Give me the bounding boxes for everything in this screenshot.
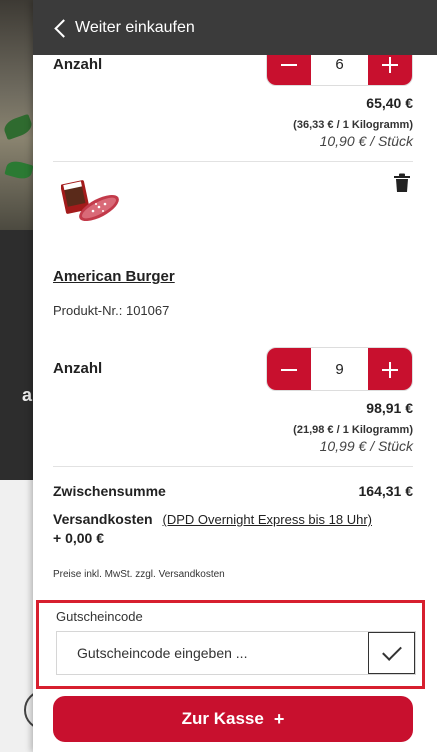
subtotal-label: Zwischensumme — [53, 483, 166, 499]
checkout-label: Zur Kasse — [181, 709, 264, 728]
shipping-row: Versandkosten (DPD Overnight Express bis… — [53, 511, 413, 527]
increment-button[interactable] — [368, 348, 412, 390]
tax-note: Preise inkl. MwSt. zzgl. Versandkosten — [53, 569, 225, 580]
voucher-field — [56, 631, 416, 675]
product-number: Produkt-Nr.: 101067 — [53, 303, 170, 318]
item-divider — [53, 161, 413, 162]
decrement-button[interactable] — [267, 348, 311, 390]
shipping-method-link[interactable]: (DPD Overnight Express bis 18 Uhr) — [163, 512, 373, 527]
check-icon — [381, 641, 402, 661]
quantity-value[interactable]: 9 — [311, 348, 368, 390]
item-price-block: 98,91 € (21,98 € / 1 Kilogramm) 10,99 € … — [193, 400, 413, 454]
subtotal-value: 164,31 € — [358, 483, 414, 499]
back-button[interactable]: Weiter einkaufen — [53, 18, 195, 38]
subtotal-row: Zwischensumme 164,31 € — [53, 483, 413, 499]
plus-icon — [382, 57, 398, 73]
item-total-price: 98,91 € — [366, 400, 413, 416]
voucher-input[interactable] — [57, 632, 369, 674]
background-text: a — [22, 385, 33, 405]
voucher-submit-button[interactable] — [368, 632, 415, 674]
back-label: Weiter einkaufen — [75, 18, 195, 36]
drawer-header: Weiter einkaufen — [33, 0, 437, 55]
cart-drawer: Weiter einkaufen Anzahl 6 65,40 € (36,33… — [33, 0, 437, 752]
price-per-kg: (21,98 € / 1 Kilogramm) — [293, 424, 413, 436]
trash-icon[interactable] — [393, 173, 411, 193]
price-per-kg: (36,33 € / 1 Kilogramm) — [293, 119, 413, 131]
voucher-section: Gutscheincode — [36, 600, 425, 689]
product-name-link[interactable]: American Burger — [53, 268, 175, 285]
minus-icon — [281, 64, 297, 66]
chevron-left-icon — [53, 18, 69, 38]
item-price-block: 65,40 € (36,33 € / 1 Kilogramm) 10,90 € … — [193, 95, 413, 149]
quantity-label: Anzahl — [53, 56, 103, 73]
quantity-label: Anzahl — [53, 360, 103, 377]
plus-icon — [382, 362, 398, 378]
plus-icon: + — [273, 708, 285, 729]
minus-icon — [281, 369, 297, 371]
summary-divider — [53, 466, 413, 467]
shipping-cost: + 0,00 € — [53, 530, 104, 546]
product-image — [61, 180, 119, 222]
price-per-unit: 10,99 € / Stück — [319, 438, 413, 454]
price-per-unit: 10,90 € / Stück — [319, 133, 413, 149]
item-total-price: 65,40 € — [366, 95, 413, 111]
checkout-button[interactable]: Zur Kasse + — [53, 696, 413, 742]
quantity-stepper: 9 — [266, 347, 413, 391]
voucher-label: Gutscheincode — [56, 609, 143, 624]
shipping-label: Versandkosten — [53, 511, 153, 527]
